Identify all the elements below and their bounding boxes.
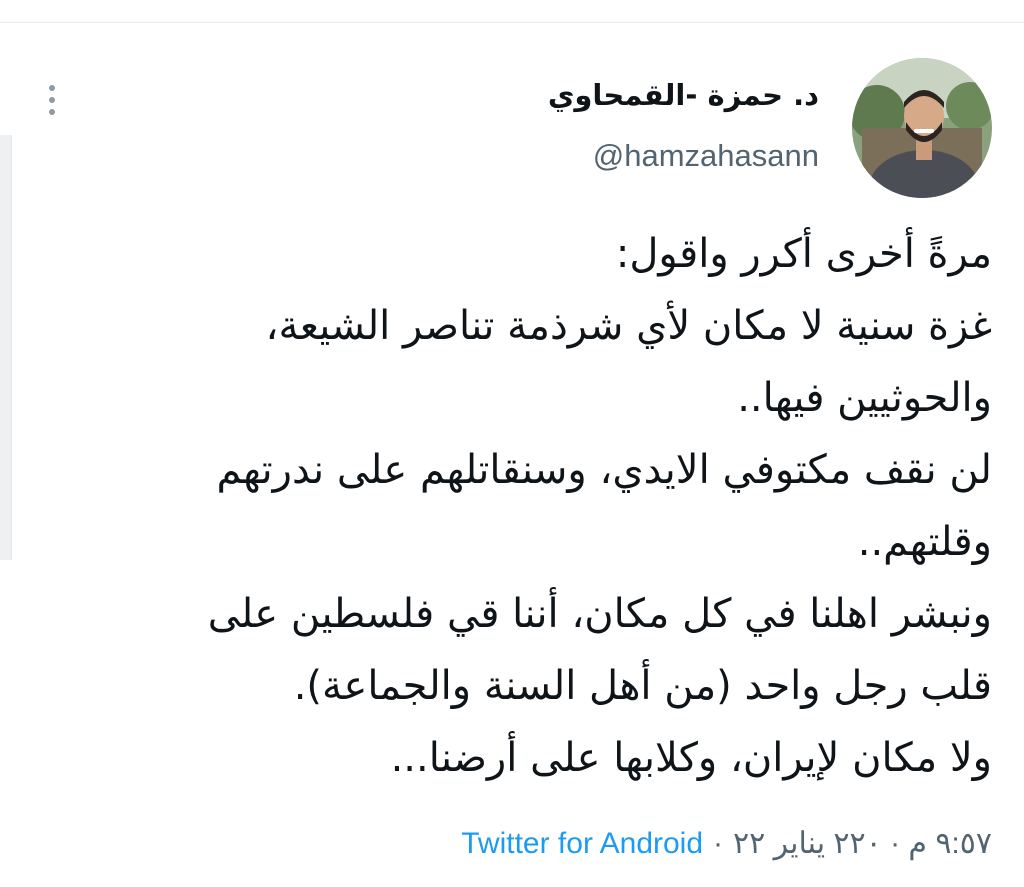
tweet-text-line: وقلتهم.. [857,519,992,565]
more-options-icon[interactable] [38,80,66,120]
tweet-text: مرةً أخرى أكرر واقول: غزة سنية لا مكان ل… [32,218,992,794]
tweet-text-line: والحوثيين فيها.. [737,375,992,421]
tweet-text-line: ونبشر اهلنا في كل مكان، أننا قي فلسطين ع… [207,591,992,637]
tweet-text-line: غزة سنية لا مكان لأي شرذمة تناصر الشيعة، [265,303,992,349]
tweet-metadata: Twitter for Android · ٩:٥٧ م · ٢٢٠ يناير… [461,826,992,861]
tweet-timestamp[interactable]: ٩:٥٧ م · ٢٢٠ يناير ٢٢ [733,826,992,861]
tweet-text-line: ولا مكان لإيران، وكلابها على أرضنا... [390,735,992,781]
tweet-text-line: لن نقف مكتوفي الايدي، وسنقاتلهم على ندرت… [216,447,992,493]
author-display-name[interactable]: د. حمزة -القمحاوي [548,78,819,112]
tweet-source-link[interactable]: Twitter for Android [461,827,703,861]
meta-separator: · [713,826,724,860]
author-handle[interactable]: @hamzahasann [593,138,819,174]
tweet-text-line: مرةً أخرى أكرر واقول: [615,231,992,277]
left-scroll-gutter [0,135,12,560]
tweet-text-line: قلب رجل واحد (من أهل السنة والجماعة). [293,663,992,709]
tweet-detail-page: د. حمزة -القمحاوي @hamzahasann مرةً أخرى… [0,0,1024,887]
avatar[interactable] [852,58,992,198]
top-divider [0,22,1024,23]
